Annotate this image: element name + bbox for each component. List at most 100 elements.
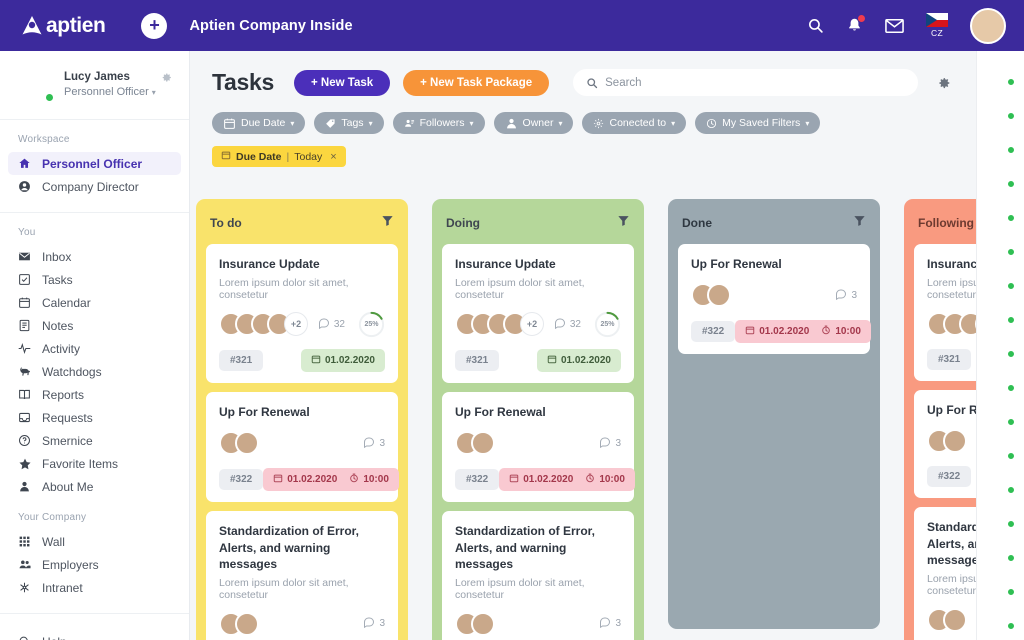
assignee-avatars[interactable]: +2 (455, 312, 544, 337)
user-settings-gear-icon[interactable] (160, 71, 173, 89)
contact-avatar[interactable] (987, 501, 1015, 528)
task-card[interactable]: Up For Renewal #322 (914, 390, 976, 499)
sidebar-item-label: About Me (42, 479, 94, 494)
sidebar-item-notes[interactable]: Notes (8, 314, 181, 337)
filter-chip-due-date[interactable]: Due Date ▾ (212, 112, 306, 134)
add-button[interactable]: + (141, 12, 168, 39)
search-input[interactable] (605, 76, 906, 89)
sidebar-item-intranet[interactable]: Intranet (8, 576, 181, 599)
task-card[interactable]: Up For Renewal 3 #322 01.02.2020 10:00 (206, 392, 399, 503)
close-icon[interactable]: × (330, 151, 336, 163)
contact-avatar[interactable] (987, 297, 1015, 324)
avatar[interactable] (943, 429, 967, 454)
avatar[interactable] (471, 611, 495, 636)
contact-avatar[interactable] (987, 433, 1015, 460)
task-card[interactable]: Standardization of Error, Alerts, and wa… (442, 511, 634, 640)
comment-count[interactable]: 32 (318, 317, 345, 332)
sidebar-item-calendar[interactable]: Calendar (8, 291, 181, 314)
bell-icon[interactable] (846, 14, 866, 34)
sidebar-user-card[interactable]: Lucy James Personnel Officer ▾ (0, 51, 189, 117)
contact-avatar[interactable] (987, 59, 1015, 86)
avatar[interactable] (235, 611, 259, 636)
inbox-icon (18, 250, 35, 263)
active-filter-due-date[interactable]: Due Date | Today × (212, 146, 346, 167)
sidebar-item-smernice[interactable]: Smernice (8, 429, 181, 452)
sidebar-item-help[interactable]: Help (8, 630, 181, 640)
assignee-avatars[interactable] (219, 611, 259, 636)
sidebar-item-wall[interactable]: Wall (8, 530, 181, 553)
online-status-dot (1007, 384, 1015, 392)
task-card[interactable]: Insurance Update Lorem ipsum dolor sit am… (206, 244, 398, 384)
search-box[interactable] (573, 69, 919, 96)
comment-count[interactable]: 32 (554, 317, 581, 332)
assignee-avatars[interactable]: +2 (219, 312, 308, 337)
filter-chip-owner[interactable]: Owner ▾ (493, 112, 574, 134)
contact-avatar[interactable] (987, 365, 1015, 392)
assignee-avatars[interactable] (455, 431, 495, 456)
assignee-avatars[interactable] (691, 283, 731, 308)
task-card[interactable]: Up For Renewal 3 #322 01.02.2020 10:00 (442, 392, 635, 503)
comment-count[interactable]: 3 (599, 616, 621, 631)
new-task-button[interactable]: + New Task (294, 69, 391, 96)
new-task-package-button[interactable]: + New Task Package (403, 69, 550, 96)
sidebar-item-activity[interactable]: Activity (8, 337, 181, 360)
avatar-overflow-count[interactable]: +2 (284, 312, 308, 337)
comment-count[interactable]: 3 (835, 288, 857, 303)
comment-count[interactable]: 3 (363, 436, 385, 451)
filter-chip-conected-to[interactable]: Conected to ▾ (582, 112, 687, 134)
main-content: Tasks + New Task + New Task Package Due … (190, 51, 976, 640)
sidebar-item-employers[interactable]: Employers (8, 553, 181, 576)
task-card[interactable]: Insurance Update Lorem ipsum dolor sit am… (442, 244, 634, 384)
sidebar-item-tasks[interactable]: Tasks (8, 268, 181, 291)
assignee-avatars[interactable] (455, 611, 495, 636)
contact-avatar[interactable] (987, 569, 1015, 596)
assignee-avatars[interactable] (219, 431, 259, 456)
sidebar-item-reports[interactable]: Reports (8, 383, 181, 406)
task-card[interactable]: Standardization of Error, Alerts, and wa… (206, 511, 398, 640)
contact-avatar[interactable] (987, 467, 1015, 494)
sidebar-item-favorite-items[interactable]: Favorite Items (8, 452, 181, 475)
task-card[interactable]: Standardization of Error, Alerts, and wa… (914, 507, 976, 640)
assignee-avatars[interactable] (927, 429, 967, 454)
user-role[interactable]: Personnel Officer ▾ (64, 86, 156, 98)
contact-avatar[interactable] (987, 331, 1015, 358)
contact-avatar[interactable] (987, 263, 1015, 290)
sidebar-item-watchdogs[interactable]: Watchdogs (8, 360, 181, 383)
contact-avatar[interactable] (987, 195, 1015, 222)
mail-icon[interactable] (885, 18, 904, 33)
sidebar-item-company-director[interactable]: Company Director (8, 175, 181, 198)
language-selector[interactable]: CZ (926, 13, 948, 38)
contact-avatar[interactable] (987, 535, 1015, 562)
filter-funnel-icon[interactable] (381, 214, 394, 232)
avatar[interactable] (471, 431, 495, 456)
avatar[interactable] (943, 607, 967, 632)
filter-chip-my-saved-filters[interactable]: My Saved Filters ▾ (695, 112, 821, 134)
search-icon[interactable] (807, 17, 824, 34)
filter-funnel-icon[interactable] (853, 214, 866, 232)
assignee-avatars[interactable] (927, 607, 967, 632)
avatar[interactable] (707, 283, 731, 308)
contact-avatar[interactable] (987, 93, 1015, 120)
comment-count[interactable]: 3 (363, 616, 385, 631)
avatar[interactable] (970, 7, 1006, 44)
sidebar-item-about-me[interactable]: About Me (8, 475, 181, 498)
filter-chip-followers[interactable]: Followers ▾ (392, 112, 485, 134)
contact-avatar[interactable] (987, 127, 1015, 154)
task-card[interactable]: Up For Renewal 3 #322 01.02.2020 10:00 (678, 244, 871, 355)
sidebar-item-inbox[interactable]: Inbox (8, 245, 181, 268)
avatar[interactable] (235, 431, 259, 456)
board-settings-gear-icon[interactable] (936, 75, 952, 91)
contact-avatar[interactable] (987, 603, 1015, 630)
avatar-overflow-count[interactable]: +2 (520, 312, 544, 337)
brand-logo[interactable]: aptien (20, 14, 106, 38)
filter-funnel-icon[interactable] (617, 214, 630, 232)
filter-chip-tags[interactable]: Tags ▾ (314, 112, 384, 134)
assignee-avatars[interactable]: +2 (927, 312, 976, 337)
contact-avatar[interactable] (987, 229, 1015, 256)
sidebar-item-personnel-officer[interactable]: Personnel Officer (8, 152, 181, 175)
contact-avatar[interactable] (987, 399, 1015, 426)
task-card[interactable]: Insurance Update Lorem ipsum dolor sit am… (914, 244, 976, 382)
contact-avatar[interactable] (987, 161, 1015, 188)
sidebar-item-requests[interactable]: Requests (8, 406, 181, 429)
comment-count[interactable]: 3 (599, 436, 621, 451)
